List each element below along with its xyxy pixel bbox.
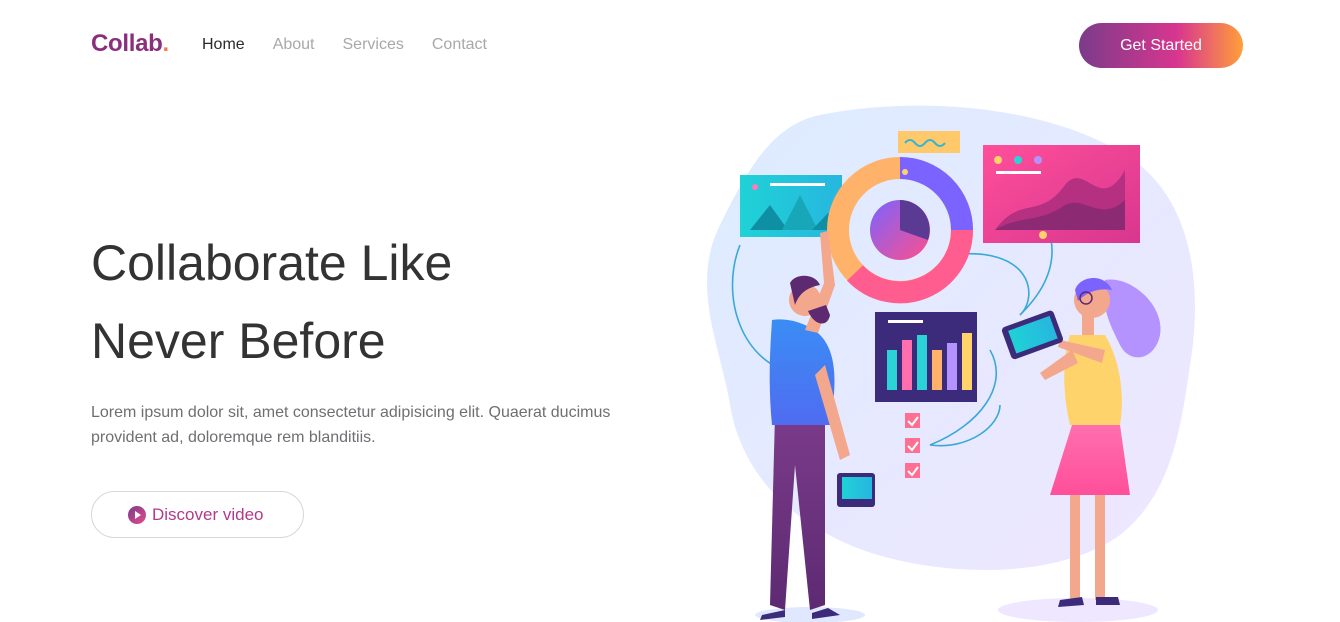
hero-title-line-1: Collaborate Like	[91, 235, 453, 291]
nav-link-home[interactable]: Home	[202, 36, 245, 54]
hero-title: Collaborate Like Never Before	[91, 224, 651, 380]
brand-logo[interactable]: Collab.	[91, 30, 169, 58]
hero-description: Lorem ipsum dolor sit, amet consectetur …	[91, 404, 611, 446]
area-chart-card-icon	[983, 145, 1140, 243]
hero-title-line-2: Never Before	[91, 313, 386, 369]
mountain-card-icon	[740, 175, 842, 237]
play-icon	[128, 505, 146, 524]
hero-illustration	[707, 105, 1195, 622]
nav-link-services[interactable]: Services	[343, 36, 404, 54]
checklist-icon	[905, 413, 920, 478]
top-navbar: Collab. Home About Services Contact Get …	[0, 0, 1340, 90]
nav-links: Home About Services Contact	[202, 36, 487, 54]
wave-tag-icon	[898, 131, 960, 153]
nav-link-about[interactable]: About	[273, 36, 315, 54]
brand-name: Collab	[91, 30, 163, 57]
discover-video-label: Discover video	[152, 504, 264, 524]
discover-video-button[interactable]: Discover video	[91, 491, 304, 538]
get-started-button[interactable]: Get Started	[1079, 23, 1243, 68]
bar-chart-card-icon	[875, 312, 977, 402]
brand-dot: .	[162, 30, 170, 57]
nav-link-contact[interactable]: Contact	[432, 36, 487, 54]
